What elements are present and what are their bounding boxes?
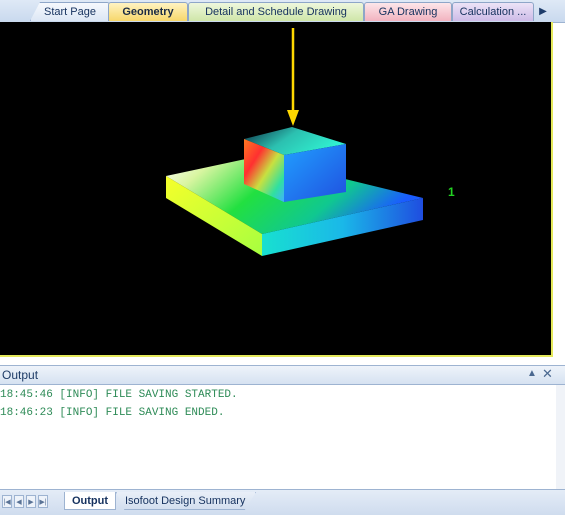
output-scrollbar[interactable]	[556, 385, 565, 489]
tab-output[interactable]: Output	[64, 492, 116, 510]
next-tab-icon[interactable]: ▶	[26, 495, 36, 508]
footing-3d-model	[166, 28, 423, 256]
tab-isofoot-design-summary[interactable]: Isofoot Design Summary	[116, 492, 256, 510]
previous-tab-icon[interactable]: ◀	[14, 495, 24, 508]
tab-detail-and-schedule-drawing[interactable]: Detail and Schedule Drawing	[188, 2, 364, 21]
geometry-3d-viewport[interactable]: 1	[0, 22, 553, 357]
chevron-right-icon[interactable]: ▶	[536, 4, 550, 20]
output-panel-header: Output ▲ ✕	[0, 365, 565, 385]
tab-calculation[interactable]: Calculation ...	[452, 2, 534, 21]
output-panel-title: Output	[2, 368, 39, 382]
load-arrow-head	[287, 110, 299, 126]
close-icon[interactable]: ✕	[542, 366, 553, 382]
document-tab-strip: Start Page Geometry Detail and Schedule …	[0, 0, 565, 23]
last-tab-icon[interactable]: ▶|	[38, 495, 48, 508]
log-line: 18:46:23 [INFO] FILE SAVING ENDED.	[0, 407, 225, 419]
output-log[interactable]: 18:45:46 [INFO] FILE SAVING STARTED. 18:…	[0, 385, 556, 489]
log-line: 18:45:46 [INFO] FILE SAVING STARTED.	[0, 389, 238, 401]
axis-label: 1	[448, 185, 455, 199]
pin-icon[interactable]: ▲	[527, 368, 537, 379]
tab-geometry[interactable]: Geometry	[108, 2, 188, 21]
tab-start-page[interactable]: Start Page	[30, 2, 110, 21]
bottom-tab-bar: |◀ ◀ ▶ ▶| Output Isofoot Design Summary	[0, 489, 565, 515]
first-tab-icon[interactable]: |◀	[2, 495, 12, 508]
tab-ga-drawing[interactable]: GA Drawing	[364, 2, 452, 21]
